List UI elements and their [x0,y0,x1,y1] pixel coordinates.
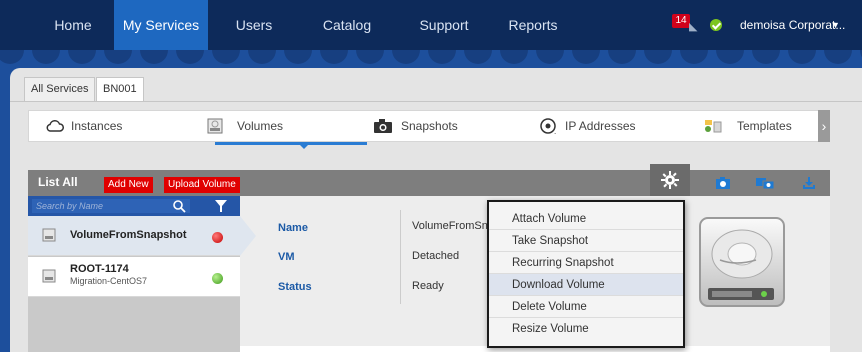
ip-address-icon: . [540,118,556,134]
hard-disk-icon [699,217,785,307]
active-subnav-underline [215,142,367,145]
status-ok-icon [212,273,223,284]
top-nav: Home My Services Users Catalog Support R… [0,0,862,50]
tab-all-services[interactable]: All Services [24,77,96,102]
nav-support[interactable]: Support [408,0,480,50]
detail-label-status: Status [278,281,312,293]
menu-item-attach-volume[interactable]: Attach Volume [489,208,683,230]
list-toolbar: List All Add New Upload Volume [28,164,830,196]
cloud-icon [46,120,64,132]
camera-icon [374,119,392,133]
subnav-templates[interactable]: Templates [703,111,823,141]
detail-label-vm: VM [278,251,295,263]
active-subnav-pointer [299,144,309,149]
menu-item-recurring-snapshot[interactable]: Recurring Snapshot [489,252,683,274]
account-menu[interactable]: demoisa Corporat... [740,0,845,50]
svg-text:.: . [554,127,556,134]
nav-home[interactable]: Home [44,0,102,50]
volume-row[interactable]: VolumeFromSnapshot [28,216,240,256]
detail-divider [400,210,401,304]
menu-item-resize-volume[interactable]: Resize Volume [489,318,683,340]
status-ok-icon [710,19,722,31]
volume-list: VolumeFromSnapshot ROOT-1174 Migration-C… [28,196,240,352]
nav-my-services[interactable]: My Services [114,0,208,50]
subnav-snapshots[interactable]: Snapshots [373,111,523,141]
tab-divider [10,101,862,102]
selected-row-pointer [240,216,256,256]
nav-users[interactable]: Users [222,0,286,50]
download-icon[interactable] [794,172,824,194]
detail-label-name: Name [278,222,308,234]
bell-icon[interactable]: ◣ [689,20,697,33]
search-bar [28,196,240,216]
notification-count-badge[interactable]: 14 [672,14,690,28]
search-icon[interactable] [172,199,186,213]
recurring-snapshot-icon[interactable] [750,172,780,194]
volume-name: ROOT-1174 [70,263,129,275]
camera-action-icon[interactable] [708,172,738,194]
gear-icon[interactable] [650,164,690,196]
volume-row[interactable]: ROOT-1174 Migration-CentOS7 [28,257,240,297]
menu-item-delete-volume[interactable]: Delete Volume [489,296,683,318]
nav-reports[interactable]: Reports [500,0,566,50]
detail-value-name: VolumeFromSnapshot [412,220,490,232]
search-input[interactable] [32,199,190,213]
volume-icon [42,269,56,283]
volume-actions-menu: Attach Volume Take Snapshot Recurring Sn… [487,200,685,348]
menu-item-take-snapshot[interactable]: Take Snapshot [489,230,683,252]
upload-volume-button[interactable]: Upload Volume [164,177,240,193]
volume-icon [42,228,56,242]
tab-bn001[interactable]: BN001 [96,77,144,102]
volume-name: VolumeFromSnapshot [70,229,187,241]
volume-icon [207,118,223,134]
chevron-right-icon[interactable]: › [818,110,830,142]
add-new-button[interactable]: Add New [104,177,153,193]
service-subnav: Instances Volumes Snapshots . IP Address… [28,110,830,149]
subnav-ip-addresses[interactable]: . IP Addresses [539,111,689,141]
nav-catalog[interactable]: Catalog [312,0,382,50]
list-all-title: List All [38,175,78,189]
chevron-down-icon[interactable]: ▼ [831,0,840,50]
detail-value-status: Ready [412,280,444,292]
detail-value-vm: Detached [412,250,460,262]
subnav-instances[interactable]: Instances [45,111,195,141]
status-error-icon [212,232,223,243]
subnav-volumes[interactable]: Volumes [205,111,355,141]
volume-vm: Migration-CentOS7 [70,276,148,286]
filter-icon[interactable] [214,199,228,213]
menu-item-download-volume[interactable]: Download Volume [489,274,683,296]
templates-icon [705,120,722,133]
